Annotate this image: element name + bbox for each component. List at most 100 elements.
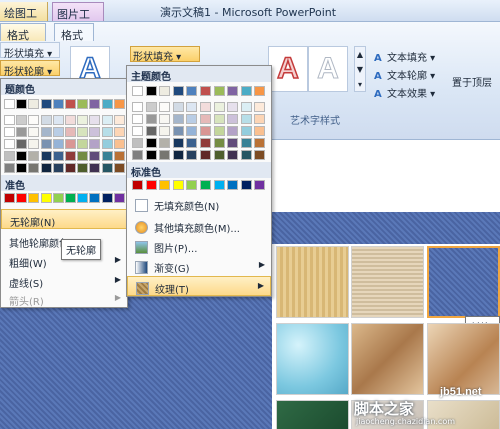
no-outline-item[interactable]: 无轮廓(N) [1,209,127,229]
color-swatch[interactable] [213,102,225,112]
color-swatch[interactable] [213,150,225,160]
tab-format-picture[interactable]: 格式 [54,23,94,42]
texture-fill-item[interactable]: 纹理(T) ▶ [127,276,271,296]
color-swatch[interactable] [113,151,125,161]
color-swatch[interactable] [254,150,266,160]
color-swatch[interactable] [145,114,157,124]
color-swatch[interactable] [28,127,40,137]
standard-color-swatch[interactable] [113,193,125,203]
color-swatch[interactable] [227,150,239,160]
text-effects-button[interactable]: A 文本效果 ▾ [372,84,437,100]
color-swatch[interactable] [172,102,184,112]
standard-color-swatch[interactable] [65,193,76,203]
color-swatch[interactable] [4,163,15,173]
color-swatch[interactable] [159,126,171,136]
color-swatch[interactable] [89,99,101,109]
color-swatch[interactable] [145,126,157,136]
color-swatch[interactable] [159,102,171,112]
color-swatch[interactable] [213,126,225,136]
color-swatch[interactable] [200,138,211,148]
color-swatch[interactable] [132,114,143,124]
color-swatch[interactable] [40,99,52,109]
color-swatch[interactable] [227,102,239,112]
color-swatch[interactable] [254,114,266,124]
color-swatch[interactable] [227,138,239,148]
text-fill-button[interactable]: A 文本填充 ▾ [372,48,437,64]
standard-color-swatch[interactable] [40,193,52,203]
color-swatch[interactable] [186,138,198,148]
color-swatch[interactable] [172,138,184,148]
color-swatch[interactable] [172,150,184,160]
color-swatch[interactable] [89,151,101,161]
color-swatch[interactable] [213,114,225,124]
standard-color-swatch[interactable] [186,180,198,190]
color-swatch[interactable] [132,126,143,136]
color-swatch[interactable] [77,127,89,137]
color-swatch[interactable] [113,163,125,173]
color-swatch[interactable] [65,115,76,125]
texture-water-droplets[interactable] [276,323,349,395]
color-swatch[interactable] [254,126,266,136]
color-swatch[interactable] [132,138,143,148]
standard-color-swatch[interactable] [4,193,15,203]
color-swatch[interactable] [4,139,15,149]
color-swatch[interactable] [101,127,113,137]
standard-color-swatch[interactable] [52,193,64,203]
color-swatch[interactable] [186,150,198,160]
no-fill-item[interactable]: 无填充颜色(N) [127,194,271,214]
color-swatch[interactable] [101,163,113,173]
shape-fill-button-small[interactable]: 形状填充 ▾ [0,42,60,60]
color-swatch[interactable] [4,99,15,109]
color-swatch[interactable] [213,86,225,96]
color-swatch[interactable] [240,138,252,148]
color-swatch[interactable] [16,139,28,149]
standard-color-swatch[interactable] [101,193,113,203]
color-swatch[interactable] [159,150,171,160]
color-swatch[interactable] [227,126,239,136]
color-swatch[interactable] [101,139,113,149]
picture-fill-item[interactable]: 图片(P)... [127,236,271,256]
color-swatch[interactable] [145,138,157,148]
text-outline-button[interactable]: A 文本轮廓 ▾ [372,66,437,82]
color-swatch[interactable] [240,114,252,124]
texture-paper-bag[interactable] [351,323,424,395]
color-swatch[interactable] [77,115,89,125]
color-swatch[interactable] [40,115,52,125]
color-swatch[interactable] [52,115,64,125]
color-swatch[interactable] [65,99,76,109]
color-swatch[interactable] [159,138,171,148]
color-swatch[interactable] [254,86,266,96]
color-swatch[interactable] [16,115,28,125]
color-swatch[interactable] [145,86,157,96]
texture-canvas[interactable] [351,246,424,318]
texture-denim[interactable] [427,246,500,318]
color-swatch[interactable] [172,114,184,124]
color-swatch[interactable] [4,115,15,125]
color-swatch[interactable] [28,139,40,149]
standard-color-swatch[interactable] [254,180,266,190]
color-swatch[interactable] [213,138,225,148]
color-swatch[interactable] [200,150,211,160]
standard-color-swatch[interactable] [132,180,143,190]
color-swatch[interactable] [186,86,198,96]
color-swatch[interactable] [113,127,125,137]
standard-color-swatch[interactable] [240,180,252,190]
texture-burlap[interactable] [276,246,349,318]
color-swatch[interactable] [186,102,198,112]
color-swatch[interactable] [200,102,211,112]
color-swatch[interactable] [77,99,89,109]
color-swatch[interactable] [132,150,143,160]
color-swatch[interactable] [52,139,64,149]
color-swatch[interactable] [101,115,113,125]
color-swatch[interactable] [28,99,40,109]
color-swatch[interactable] [159,114,171,124]
standard-color-swatch[interactable] [159,180,171,190]
color-swatch[interactable] [40,163,52,173]
color-swatch[interactable] [113,115,125,125]
color-swatch[interactable] [4,151,15,161]
standard-color-swatch[interactable] [227,180,239,190]
gallery-scroll[interactable]: ▲ ▼ ▾ [354,46,366,92]
color-swatch[interactable] [145,102,157,112]
color-swatch[interactable] [28,151,40,161]
color-swatch[interactable] [28,163,40,173]
